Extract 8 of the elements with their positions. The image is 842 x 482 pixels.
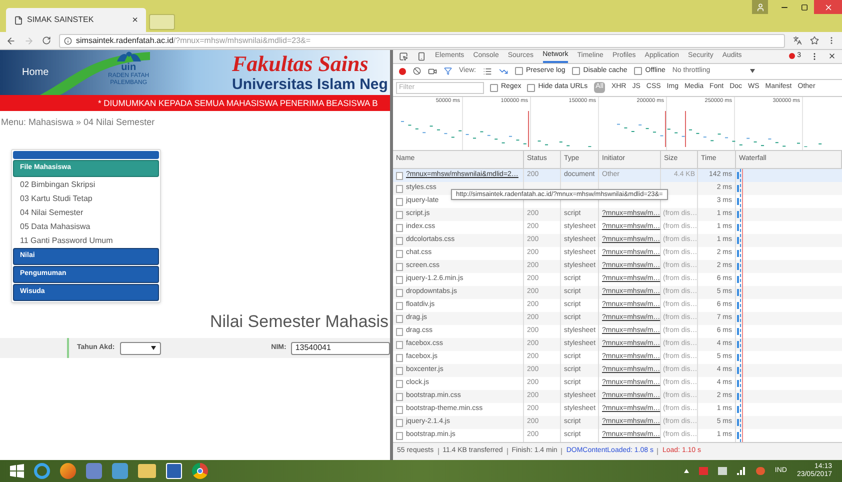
faculty-title: Fakultas Sains	[232, 52, 370, 76]
university-name: Universitas Islam Neg	[232, 76, 388, 93]
url-text: simsaintek.radenfatah.ac.id/?mnux=mhsw/mhswnilai&mdlid=23&=	[76, 34, 311, 46]
breadcrumb: Menu: Mahasiswa » 04 Nilai Semester	[0, 116, 156, 129]
announcement-text: * DIUMUMKAN KEPADA SEMUA MAHASISWA PENERIMA BEASISWA B	[98, 96, 378, 110]
page-heading: Nilai Semester Mahasis	[210, 310, 390, 332]
logo-text: uin	[121, 63, 136, 73]
tab-title: SIMAK SAINSTEK	[27, 14, 95, 26]
